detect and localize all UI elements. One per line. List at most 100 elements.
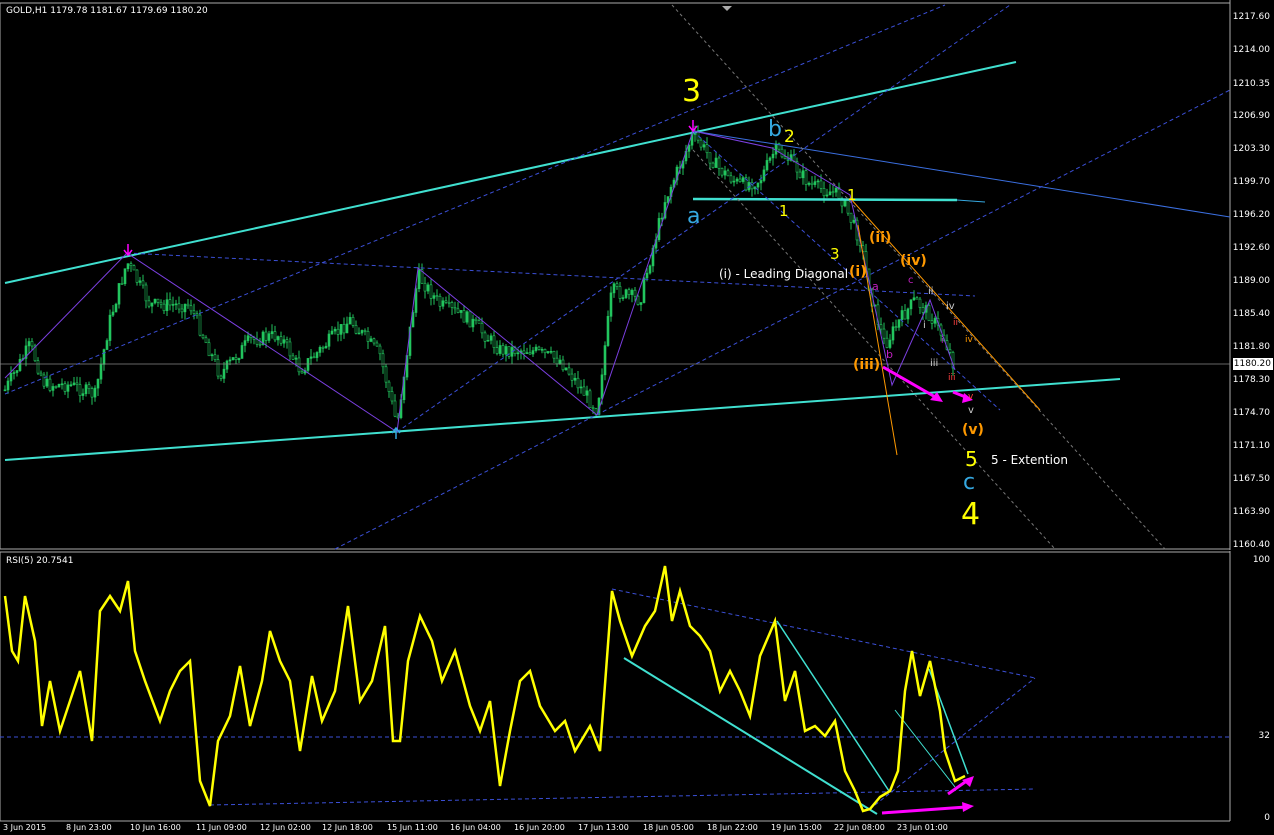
candle-body: [345, 323, 349, 334]
candle-body: [468, 311, 472, 328]
candle-body: [615, 283, 619, 287]
rsi-panel[interactable]: RSI(5) 20.7541 100 32 0 3 Jun 2015 8 Jun …: [0, 551, 1274, 835]
candle-body: [573, 377, 577, 381]
candle-body: [297, 357, 301, 373]
candle-body: [87, 384, 91, 389]
candle-body: [228, 359, 232, 362]
time-axis-label: 15 Jun 11:00: [387, 823, 438, 832]
candle-body: [270, 331, 274, 334]
candle-body: [636, 295, 640, 305]
candle-body: [591, 407, 595, 409]
candle-body: [42, 374, 46, 387]
candle-body: [180, 308, 184, 313]
candle-body: [831, 191, 835, 194]
candle-body: [294, 357, 298, 360]
price-axis-label: 1210.35: [1232, 79, 1270, 89]
candle-body: [546, 351, 550, 354]
candle-body: [54, 386, 58, 388]
candle-body: [576, 377, 580, 389]
price-axis-label: 1178.30: [1232, 375, 1270, 385]
candle-body: [624, 289, 628, 298]
rsi-axis-100: 100: [1252, 555, 1270, 565]
leading-diagonal-label: (i) - Leading Diagonal: [719, 267, 849, 281]
time-axis-label: 17 Jun 13:00: [578, 823, 629, 832]
wave-iii-orange-label: (iii): [853, 357, 881, 373]
candle-body: [627, 289, 631, 295]
candle-body: [198, 314, 202, 336]
candle-body: [417, 269, 421, 290]
candle-body: [288, 341, 292, 357]
candle-body: [327, 333, 331, 347]
candle-body: [453, 307, 457, 310]
candle-body: [801, 170, 805, 179]
candle-body: [141, 280, 145, 286]
price-chart-panel[interactable]: GOLD,H1 1179.78 1181.67 1179.69 1180.20 …: [0, 0, 1274, 550]
wave-v-orange-label: (v): [962, 422, 984, 438]
candle-body: [258, 343, 262, 346]
candle-body: [834, 187, 838, 193]
candle-body: [291, 355, 295, 360]
candle-body: [471, 318, 475, 328]
candle-body: [300, 371, 304, 374]
candle-body: [459, 310, 463, 313]
candle-body: [894, 326, 898, 329]
candle-body: [168, 299, 172, 306]
time-axis-label: 22 Jun 08:00: [834, 823, 885, 832]
candle-body: [816, 180, 820, 183]
candle-body: [903, 310, 907, 320]
candle-body: [117, 283, 121, 305]
candle-body: [732, 180, 736, 183]
candle-body: [18, 358, 22, 371]
candle-body: [810, 182, 814, 185]
price-chart-canvas[interactable]: [0, 0, 1274, 550]
price-axis-label: 1214.00: [1232, 45, 1270, 55]
candle-body: [537, 346, 541, 350]
current-price-tag: 1180.20: [1233, 358, 1273, 370]
candle-body: [798, 171, 802, 179]
candle-body: [465, 311, 469, 323]
candle-body: [81, 393, 85, 396]
candle-body: [285, 339, 289, 343]
candle-body: [114, 303, 118, 313]
candle-body: [222, 368, 226, 379]
candle-body: [948, 349, 952, 353]
candle-body: [216, 359, 220, 377]
candle-body: [486, 340, 490, 342]
candle-body: [84, 384, 88, 394]
candle-body: [267, 333, 271, 341]
candle-body: [426, 284, 430, 292]
candle-body: [699, 139, 703, 148]
sub-v-2-label: v: [968, 392, 974, 402]
candle-body: [882, 328, 886, 339]
candle-body: [378, 345, 382, 355]
candle-body: [756, 182, 760, 188]
candle-body: [429, 284, 433, 299]
candle-body: [438, 295, 442, 307]
chart-header: GOLD,H1 1179.78 1181.67 1179.69 1180.20: [6, 6, 208, 16]
sub-iii-2-label: iii: [948, 373, 956, 383]
candle-body: [723, 170, 727, 176]
wave-a-level-line[interactable]: [692, 197, 958, 202]
candle-body: [204, 337, 208, 344]
candle-body: [363, 330, 367, 332]
candle-body: [522, 350, 526, 354]
wave-a-label: a: [687, 204, 701, 229]
candle-body: [531, 350, 535, 355]
price-axis-label: 1199.70: [1232, 177, 1270, 187]
rsi-chart-canvas[interactable]: [0, 551, 1274, 835]
time-axis-label: 16 Jun 04:00: [450, 823, 501, 832]
candle-body: [48, 378, 52, 391]
candle-body: [123, 268, 127, 284]
candle-body: [633, 289, 637, 297]
candle-body: [738, 178, 742, 182]
candle-body: [708, 152, 712, 164]
price-axis-label: 1163.90: [1232, 507, 1270, 517]
candle-body: [144, 284, 148, 302]
candle-body: [714, 157, 718, 168]
candle-body: [501, 345, 505, 355]
candle-body: [444, 300, 448, 303]
candle-body: [120, 283, 124, 285]
candle-body: [702, 144, 706, 148]
time-axis-label: 16 Jun 20:00: [514, 823, 565, 832]
candle-body: [450, 302, 454, 308]
